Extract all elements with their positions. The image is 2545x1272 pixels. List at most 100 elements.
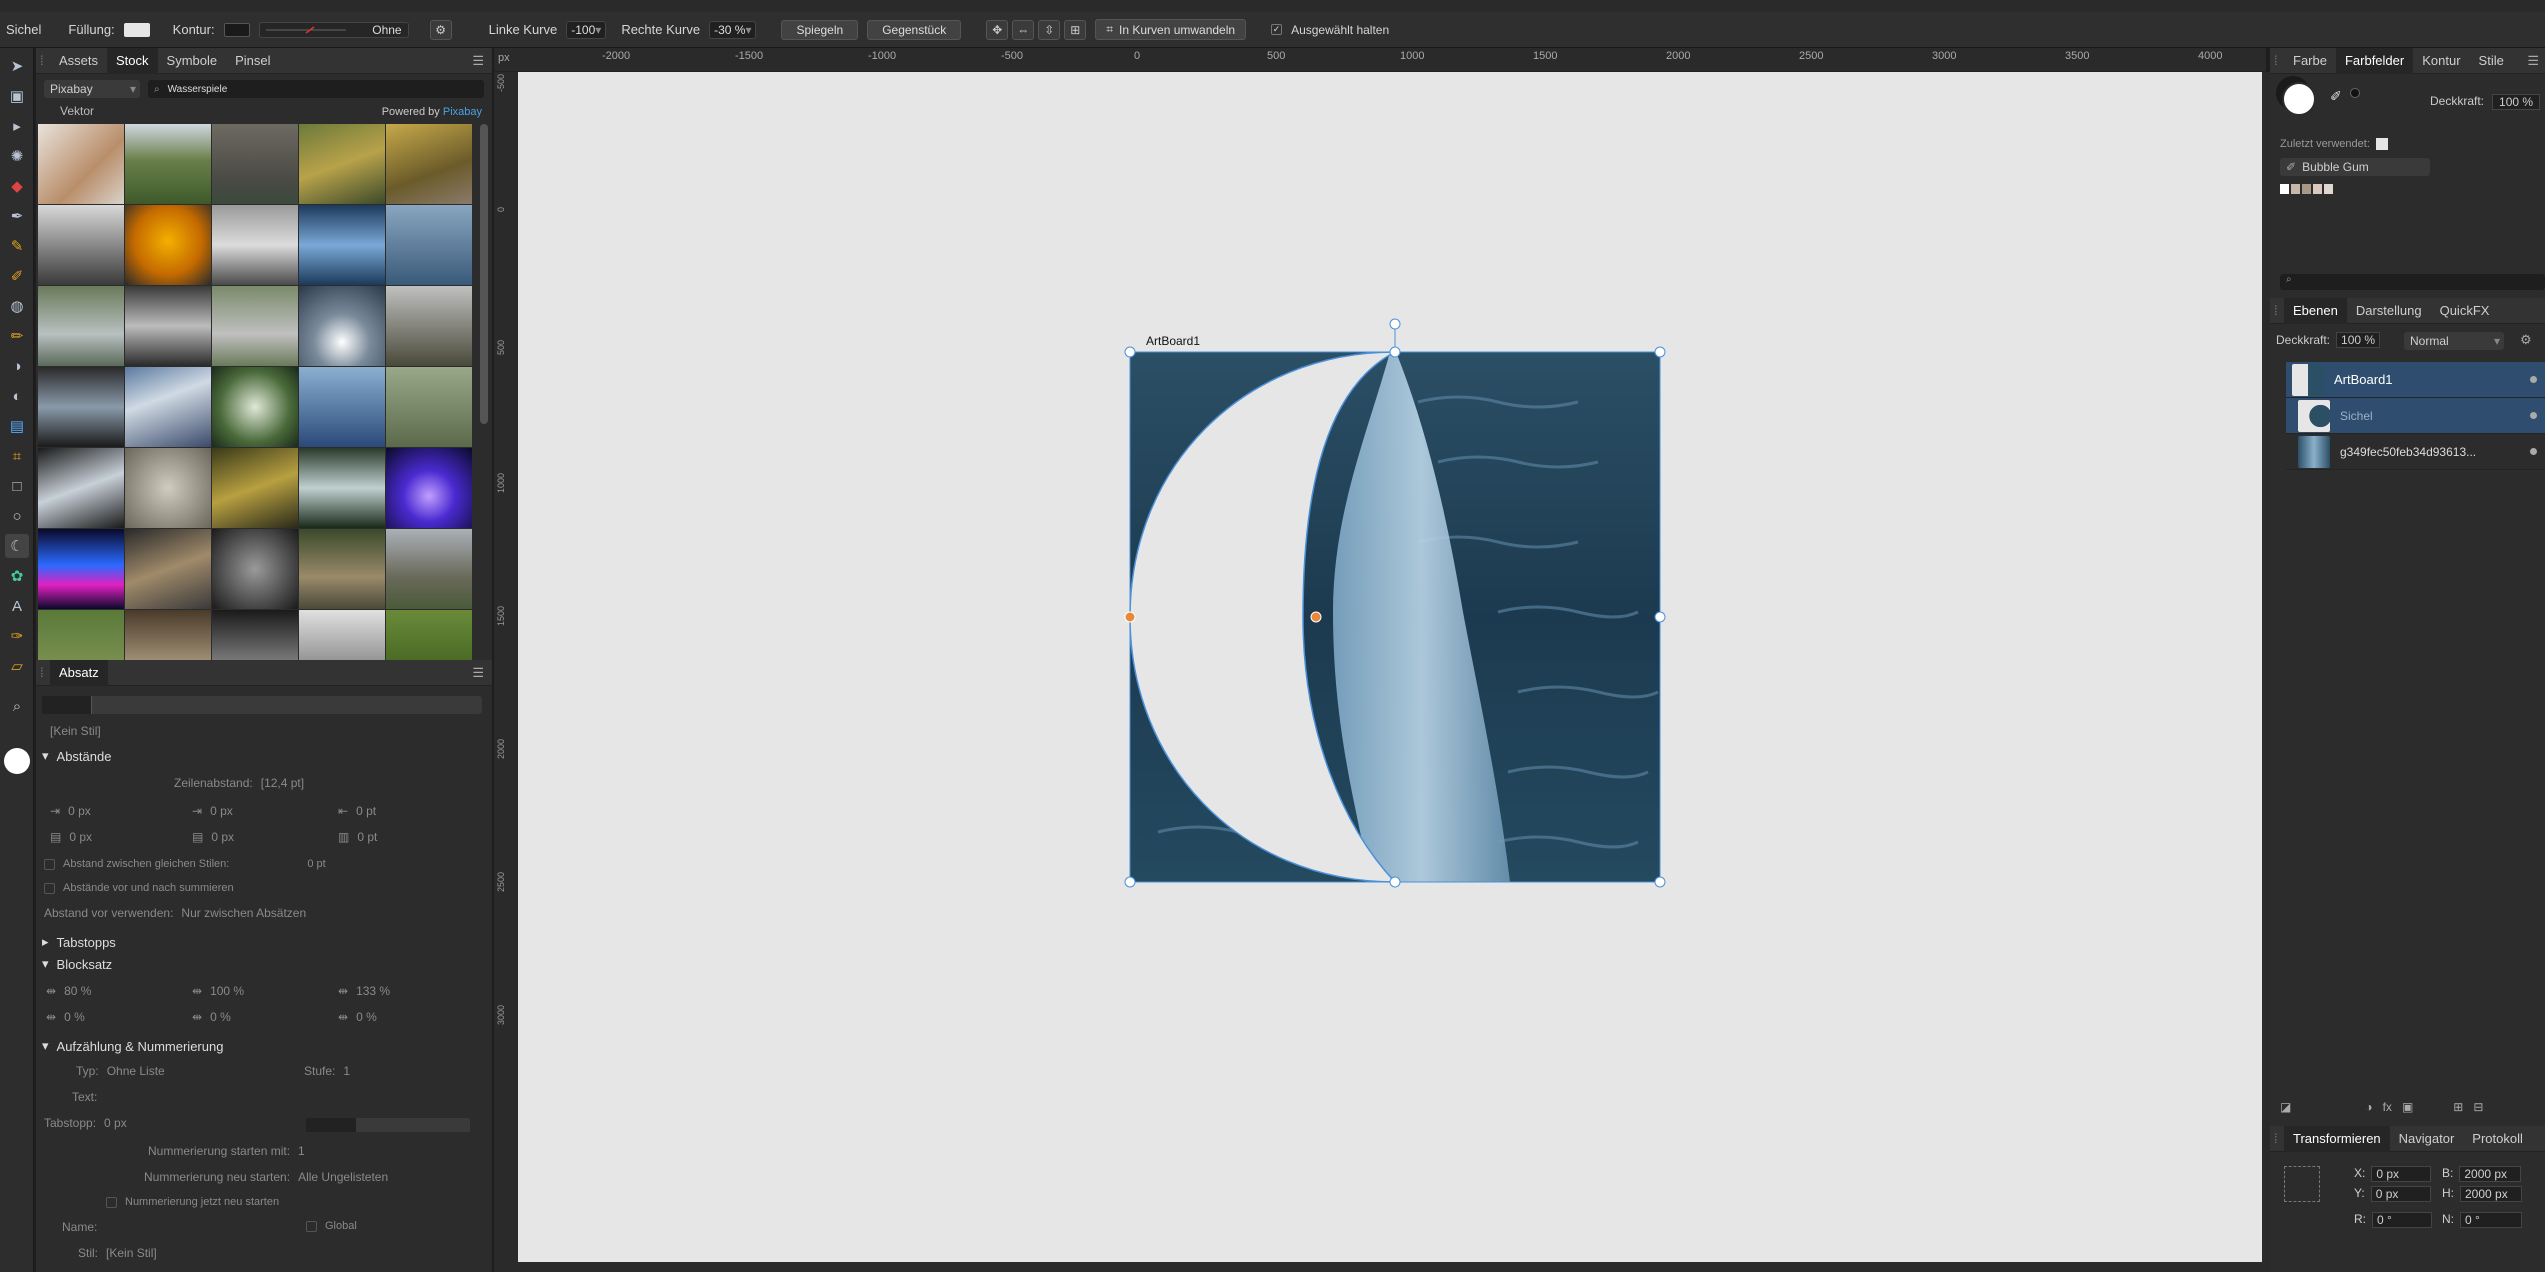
tab-symbols[interactable]: Symbole [158, 48, 227, 74]
tab-swatches[interactable]: Farbfelder [2335, 47, 2414, 74]
tab-assets[interactable]: Assets [50, 48, 107, 74]
crop-tool-icon[interactable]: ⌗ [5, 444, 29, 468]
panel-menu-icon[interactable]: ☰ [2527, 53, 2539, 69]
fx-icon[interactable]: fx [2383, 1100, 2392, 1114]
fill-bucket-icon[interactable]: ◐ [5, 384, 29, 408]
tabstop-alignment-buttons[interactable] [306, 1118, 470, 1132]
justify-section[interactable]: ▾ Blocksatz [42, 956, 112, 972]
spacing-section[interactable]: ▾ Abstände [42, 748, 111, 764]
stock-thumb[interactable] [38, 205, 124, 285]
layer-settings-icon[interactable]: ⚙ [2520, 332, 2532, 348]
recent-swatch[interactable] [2375, 138, 2388, 150]
artboard-tool-icon[interactable]: ▣ [5, 84, 29, 108]
group-icon[interactable]: ▣ [2402, 1100, 2413, 1114]
stock-thumb[interactable] [386, 205, 472, 285]
right-curve-input[interactable]: -30 % ▾ [709, 20, 757, 39]
ruler-horizontal[interactable]: px -2000 -1500 -1000 -500 0 500 1000 1500 2000 25… [494, 48, 2266, 72]
vector-toggle-label[interactable]: Vektor [60, 104, 94, 118]
tab-color[interactable]: Farbe [2284, 48, 2336, 74]
stock-thumb[interactable] [299, 529, 385, 609]
stock-thumb[interactable] [125, 367, 211, 447]
transparency-tool-icon[interactable]: ◑ [5, 354, 29, 378]
stock-thumb[interactable] [386, 529, 472, 609]
align-left-icon[interactable] [42, 696, 92, 714]
justify-letter-spacing[interactable]: ⇹ 100 % [192, 984, 244, 998]
layer-artboard[interactable]: ArtBoard1 [2286, 362, 2545, 398]
justify-max[interactable]: ⇹ 133 % [338, 984, 390, 998]
stock-thumb[interactable] [386, 448, 472, 528]
justify-glyph[interactable]: ⇹ 0 % [192, 1010, 231, 1024]
align-center-icon[interactable]: ✥ [986, 19, 1009, 40]
stock-thumb[interactable] [38, 610, 124, 660]
pencil-tool-icon[interactable]: ✎ [5, 234, 29, 258]
justify-other[interactable]: ⇹ 0 % [338, 1010, 377, 1024]
tab-paragraph[interactable]: Absatz [50, 659, 108, 686]
canvas-area[interactable]: ArtBoard1 [518, 72, 2262, 1262]
transform-height[interactable]: H: 2000 px [2442, 1186, 2522, 1202]
visibility-icon[interactable] [2530, 376, 2537, 383]
swatch[interactable] [2280, 184, 2289, 194]
ellipse-tool-icon[interactable]: ○ [5, 504, 29, 528]
palette-select[interactable]: ✐ Bubble Gum [2280, 158, 2430, 176]
use-before-row[interactable]: Abstand vor verwenden: Nur zwischen Absät… [44, 906, 306, 920]
shape-tool-icon[interactable]: ✿ [5, 564, 29, 588]
tab-stroke[interactable]: Kontur [2413, 48, 2469, 74]
transform-y[interactable]: Y: 0 px [2354, 1186, 2431, 1202]
stock-thumb[interactable] [125, 529, 211, 609]
layer-crescent[interactable]: Sichel [2286, 398, 2545, 434]
stock-thumb[interactable] [386, 124, 472, 204]
keep-selected-checkbox[interactable]: ✓ [1271, 24, 1283, 35]
zoom-tool-icon[interactable]: ⌕ [5, 694, 29, 718]
global-row[interactable]: Global [306, 1220, 357, 1232]
transform-width[interactable]: B: 2000 px [2442, 1166, 2522, 1182]
list-tabstop-row[interactable]: Tabstopp: 0 px [44, 1116, 127, 1130]
stock-thumb[interactable] [125, 124, 211, 204]
rectangle-tool-icon[interactable]: □ [5, 474, 29, 498]
rotation-handle[interactable] [1389, 318, 1401, 330]
opacity-row[interactable]: Deckkraft: 100 % [2430, 94, 2541, 110]
stock-thumb[interactable] [38, 124, 124, 204]
stock-thumb[interactable] [212, 448, 298, 528]
list-text-row[interactable]: Text: [72, 1090, 97, 1104]
stock-scrollbar[interactable] [480, 124, 488, 424]
list-type-row[interactable]: Typ: Ohne Liste [76, 1064, 165, 1078]
fill-tool-icon[interactable]: ◍ [5, 294, 29, 318]
tab-transform[interactable]: Transformieren [2284, 1125, 2390, 1152]
fill-swatch[interactable] [123, 22, 150, 37]
swatch[interactable] [2313, 184, 2322, 194]
stock-thumb[interactable] [299, 286, 385, 366]
delete-layer-icon[interactable]: ⊟ [2473, 1100, 2483, 1114]
stock-search-input[interactable]: ⌕ Wasserspiele [148, 80, 484, 98]
alignment-buttons[interactable] [42, 696, 482, 714]
text-tool-icon[interactable]: A [5, 594, 29, 618]
stock-thumb[interactable] [212, 286, 298, 366]
anchor-point-selector[interactable] [2284, 1166, 2320, 1202]
mirror-button[interactable]: Spiegeln [781, 19, 859, 40]
name-row[interactable]: Name: [62, 1220, 97, 1234]
swatch[interactable] [2302, 184, 2311, 194]
stock-thumb[interactable] [125, 448, 211, 528]
stock-thumb[interactable] [299, 124, 385, 204]
layer-image[interactable]: g349fec50feb34d93613... [2286, 434, 2545, 470]
space-after[interactable]: ▤ 0 px [192, 830, 234, 844]
paint-brush-icon[interactable]: ✏ [5, 324, 29, 348]
grid-snap-icon[interactable]: ⊞ [1064, 19, 1087, 40]
stock-thumb[interactable] [299, 448, 385, 528]
space-other[interactable]: ▥ 0 pt [338, 830, 377, 844]
transform-x[interactable]: X: 0 px [2354, 1166, 2432, 1182]
crescent-tool-icon[interactable]: ☾ [5, 534, 29, 558]
panel-menu-icon[interactable]: ☰ [472, 53, 484, 69]
fill-stroke-wells[interactable] [2282, 82, 2316, 116]
restart-row[interactable]: Nummerierung neu starten: Alle Ungelistet… [144, 1170, 388, 1184]
stock-thumb[interactable] [125, 286, 211, 366]
tab-brushes[interactable]: Pinsel [226, 48, 279, 74]
indent-left[interactable]: ⇥ 0 px [50, 804, 91, 818]
gear-shape-tool-icon[interactable]: ✺ [5, 144, 29, 168]
fill-color-well[interactable] [4, 748, 30, 774]
transform-shear[interactable]: N: 0 ° [2442, 1212, 2522, 1228]
indent-right[interactable]: ⇤ 0 pt [338, 804, 376, 818]
stroke-settings-icon[interactable]: ⚙ [429, 19, 452, 40]
panel-menu-icon[interactable]: ☰ [472, 665, 484, 681]
stroke-width-slider[interactable]: Ohne [258, 21, 409, 38]
pen-tool-icon[interactable]: ✒ [5, 204, 29, 228]
